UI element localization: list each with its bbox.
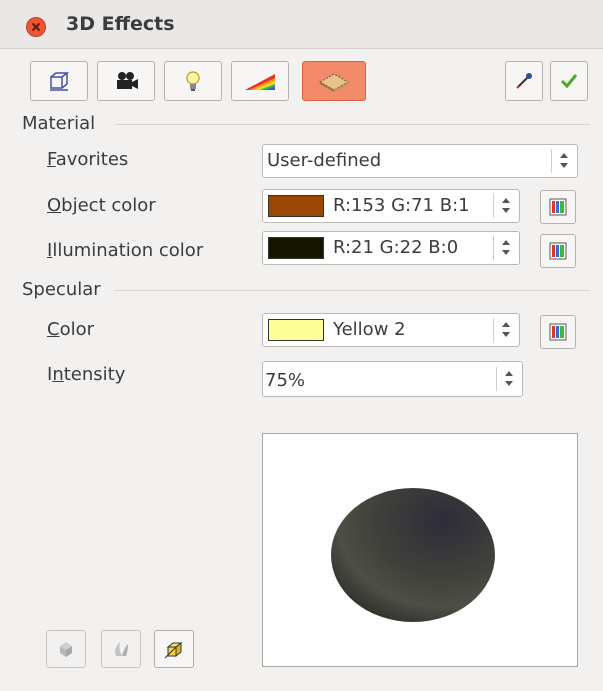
material-plate-icon [318,73,350,92]
assign-button[interactable] [505,61,543,101]
specular-color-palette-button[interactable] [540,315,576,349]
intensity-input[interactable]: 75% [262,361,523,397]
illumination-color-label: Illumination color [47,240,203,261]
object-color-palette-button[interactable] [540,190,576,224]
camera-icon [117,72,138,89]
material-separator [115,124,590,125]
specular-color-spin-icon[interactable] [493,318,516,342]
material-preview [262,433,578,667]
favorites-spin-icon[interactable] [551,149,574,173]
close-button[interactable] [26,17,46,37]
intensity-spin-icon[interactable] [496,367,519,391]
sphere-preview [331,488,495,622]
window-title: 3D Effects [66,13,175,35]
illumination-tab-button[interactable] [164,61,222,101]
convert-to-lathe-button[interactable] [101,630,141,668]
favorites-label-text: avorites [55,149,129,170]
color-palette-icon [549,323,567,341]
geometry-tab-button[interactable] [30,61,88,101]
checkmark-icon [560,74,578,89]
3d-rotation-icon [115,642,128,656]
illumination-color-value: R:21 G:22 B:0 [333,237,459,258]
object-color-label-text: bject color [61,195,156,216]
specular-color-label: Color [47,319,94,340]
lightbulb-icon [186,71,200,91]
intensity-mnemonic: n [52,364,64,385]
object-color-swatch [268,195,324,217]
textures-tab-button[interactable] [231,61,289,101]
intensity-value: 75% [265,370,306,391]
specular-color-label-text: olor [59,319,95,340]
illumination-color-select[interactable]: R:21 G:22 B:0 [262,231,520,265]
apply-button[interactable] [550,61,588,101]
3d-object-icon [60,642,72,657]
favorites-mnemonic: F [47,149,56,170]
specular-separator [114,290,590,291]
specular-heading: Specular [22,279,101,300]
material-heading: Material [22,113,96,134]
object-color-value: R:153 G:71 B:1 [333,195,470,216]
illumination-color-palette-button[interactable] [540,234,576,268]
perspective-cube-icon [164,641,183,659]
eyedropper-icon [516,73,532,89]
object-color-select[interactable]: R:153 G:71 B:1 [262,189,520,223]
3d-effects-dialog: 3D Effects Material Favorites User-defin… [0,0,603,691]
object-color-spin-icon[interactable] [493,194,516,218]
rainbow-texture-icon [245,74,275,90]
favorites-select[interactable]: User-defined [262,144,578,178]
title-bar: 3D Effects [0,0,603,49]
color-palette-icon [549,242,567,260]
geometry-cube-icon [50,72,70,91]
illumination-color-spin-icon[interactable] [493,236,516,260]
material-tab-button[interactable] [302,61,366,101]
object-color-mnemonic: O [47,195,62,216]
favorites-label: Favorites [47,149,128,170]
specular-color-select[interactable]: Yellow 2 [262,313,520,347]
intensity-label: Intensity [47,364,125,385]
favorites-value: User-defined [267,150,382,171]
color-palette-icon [549,198,567,216]
object-color-label: Object color [47,195,156,216]
intensity-label-text: tensity [63,364,126,385]
shading-tab-button[interactable] [97,61,155,101]
specular-color-swatch [268,319,324,341]
specular-color-mnemonic: C [47,319,60,340]
illumination-color-swatch [268,237,324,259]
convert-to-3d-button[interactable] [46,630,86,668]
specular-color-value: Yellow 2 [333,319,406,340]
perspective-button[interactable] [154,630,194,668]
illumination-color-label-text: llumination color [52,240,204,261]
